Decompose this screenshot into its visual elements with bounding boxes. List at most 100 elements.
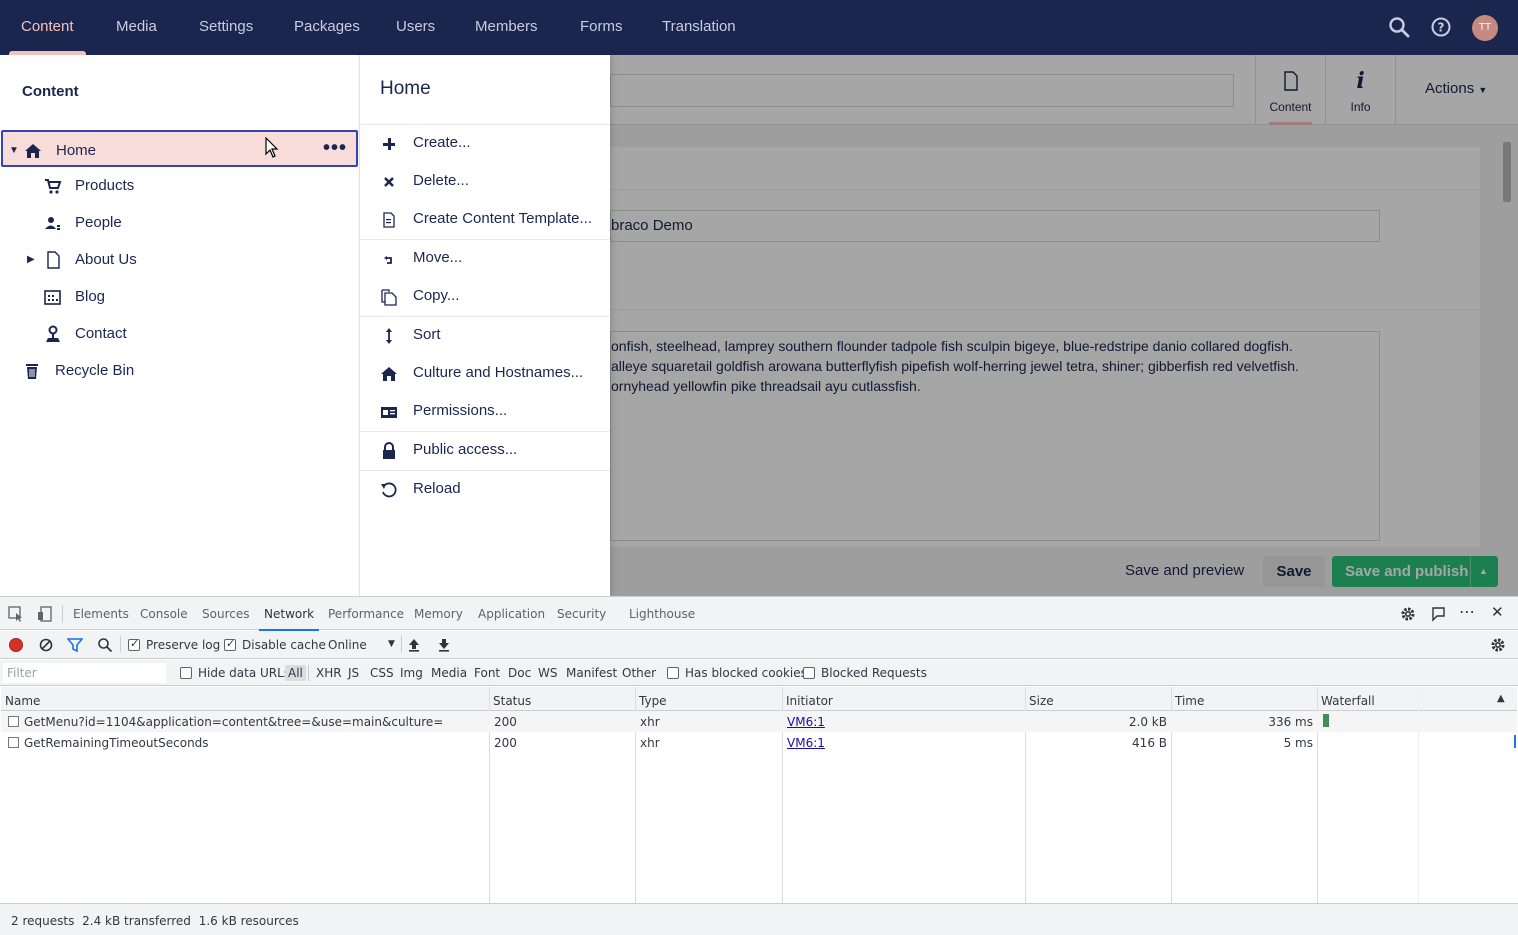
network-summary-bar: 2 requests 2.4 kB transferred 1.6 kB res… — [0, 903, 1518, 935]
menu-item-create[interactable]: Create... — [360, 125, 610, 162]
row-checkbox[interactable] — [8, 737, 19, 748]
device-toolbar-icon[interactable] — [37, 606, 53, 622]
type-filter-other[interactable]: Other — [622, 666, 656, 680]
request-name: GetMenu?id=1104&application=content&tree… — [24, 715, 444, 729]
tree-item-home[interactable]: ▼ Home ••• — [1, 130, 358, 167]
inspect-element-icon[interactable] — [8, 606, 24, 622]
menu-item-reload[interactable]: Reload — [360, 471, 610, 508]
network-settings-icon[interactable] — [1490, 637, 1506, 653]
devtools-tab-sources[interactable]: Sources — [202, 607, 249, 621]
menu-item-culture-and-hostnames[interactable]: Culture and Hostnames... — [360, 355, 610, 392]
copy-icon — [381, 289, 397, 306]
request-size: 2.0 kB — [1128, 715, 1167, 729]
waterfall-bar — [1323, 714, 1329, 727]
more-options-icon[interactable]: ••• — [323, 137, 347, 160]
column-header-time[interactable]: Time — [1171, 687, 1317, 711]
column-header-type[interactable]: Type — [635, 687, 782, 711]
nav-tab-users[interactable]: Users — [396, 0, 435, 55]
type-filter-font[interactable]: Font — [474, 666, 500, 680]
search-icon[interactable] — [97, 637, 113, 653]
id-card-icon — [381, 407, 397, 418]
filter-input[interactable]: Filter — [3, 663, 166, 683]
column-header-waterfall[interactable]: Waterfall ▲ — [1317, 687, 1517, 711]
menu-item-public-access[interactable]: Public access... — [360, 432, 610, 469]
search-icon[interactable] — [1388, 16, 1410, 38]
type-filter-xhr[interactable]: XHR — [316, 666, 342, 680]
type-filter-js[interactable]: JS — [348, 666, 359, 680]
devtools-tab-performance[interactable]: Performance — [328, 607, 404, 621]
blocked-requests-label: Blocked Requests — [821, 666, 927, 680]
table-row[interactable]: GetRemainingTimeoutSeconds 200 xhr VM6:1… — [1, 732, 1517, 753]
tree-item-label: People — [75, 214, 122, 231]
nav-tab-forms[interactable]: Forms — [580, 0, 623, 55]
menu-item-delete[interactable]: Delete... — [360, 163, 610, 200]
nav-tab-settings[interactable]: Settings — [199, 0, 253, 55]
nav-tab-content[interactable]: Content — [9, 0, 85, 55]
throttle-select[interactable]: Online ▼ — [324, 635, 398, 655]
type-filter-media[interactable]: Media — [431, 666, 467, 680]
row-checkbox[interactable] — [8, 716, 19, 727]
nav-tab-media[interactable]: Media — [116, 0, 157, 55]
summary-resources: 1.6 kB resources — [198, 914, 299, 928]
x-icon — [384, 177, 394, 187]
menu-item-sort[interactable]: Sort — [360, 317, 610, 354]
column-header-status[interactable]: Status — [489, 687, 635, 711]
feedback-icon[interactable] — [1430, 606, 1446, 622]
export-har-icon[interactable] — [436, 637, 452, 653]
devtools-tab-security[interactable]: Security — [557, 607, 606, 621]
user-avatar[interactable]: TT — [1472, 15, 1498, 41]
has-blocked-cookies-checkbox[interactable] — [667, 667, 679, 679]
tree-item-blog[interactable]: Blog — [0, 278, 358, 315]
hide-data-urls-checkbox[interactable] — [180, 667, 192, 679]
nav-tab-translation[interactable]: Translation — [662, 0, 736, 55]
caret-down-icon[interactable]: ▼ — [9, 145, 19, 156]
shopping-cart-icon — [45, 179, 62, 194]
type-filter-all[interactable]: All — [285, 665, 306, 681]
people-icon — [45, 217, 60, 230]
record-icon[interactable] — [8, 637, 24, 653]
tree-item-contact[interactable]: Contact — [0, 315, 358, 352]
menu-item-permissions[interactable]: Permissions... — [360, 393, 610, 430]
nav-tab-packages[interactable]: Packages — [294, 0, 360, 55]
type-filter-ws[interactable]: WS — [538, 666, 557, 680]
tree-item-about-us[interactable]: ▶ About Us — [0, 241, 358, 278]
devtools-tab-console[interactable]: Console — [140, 607, 188, 621]
tree-item-people[interactable]: People — [0, 204, 358, 241]
menu-item-create-content-template[interactable]: Create Content Template... — [360, 201, 610, 238]
preserve-log-checkbox[interactable] — [128, 637, 140, 651]
tree-item-products[interactable]: Products — [0, 167, 358, 204]
tree-item-recycle-bin[interactable]: Recycle Bin — [0, 352, 358, 389]
type-filter-manifest[interactable]: Manifest — [566, 666, 617, 680]
help-icon[interactable]: ? — [1430, 16, 1452, 38]
column-header-size[interactable]: Size — [1025, 687, 1171, 711]
modal-overlay[interactable] — [610, 55, 1518, 596]
column-header-name[interactable]: Name — [1, 687, 489, 711]
nav-tab-members[interactable]: Members — [475, 0, 538, 55]
devtools-tab-network[interactable]: Network — [258, 607, 320, 631]
devtools-tab-elements[interactable]: Elements — [73, 607, 129, 621]
devtools-tab-application[interactable]: Application — [478, 607, 545, 621]
type-filter-doc[interactable]: Doc — [508, 666, 531, 680]
home-icon — [25, 144, 41, 158]
request-initiator[interactable]: VM6:1 — [787, 715, 825, 729]
disable-cache-checkbox[interactable] — [224, 637, 236, 651]
close-icon[interactable]: ✕ — [1491, 603, 1504, 621]
request-initiator[interactable]: VM6:1 — [787, 736, 825, 750]
type-filter-css[interactable]: CSS — [370, 666, 394, 680]
menu-item-move[interactable]: Move... — [360, 240, 610, 277]
table-row[interactable]: GetMenu?id=1104&application=content&tree… — [1, 711, 1517, 732]
gear-icon[interactable] — [1400, 606, 1416, 622]
column-header-initiator[interactable]: Initiator — [782, 687, 1025, 711]
clear-icon[interactable] — [38, 637, 54, 653]
type-filter-img[interactable]: Img — [400, 666, 423, 680]
filter-icon[interactable] — [67, 637, 83, 653]
svg-text:?: ? — [1438, 21, 1445, 35]
import-har-icon[interactable] — [406, 637, 422, 653]
blocked-requests-checkbox[interactable] — [803, 667, 815, 679]
more-options-icon[interactable]: ⋯ — [1459, 602, 1475, 621]
devtools-tab-memory[interactable]: Memory — [414, 607, 463, 621]
menu-item-copy[interactable]: Copy... — [360, 278, 610, 315]
devtools-tab-lighthouse[interactable]: Lighthouse — [629, 607, 695, 621]
caret-right-icon[interactable]: ▶ — [27, 254, 35, 265]
toolbar-separator — [308, 665, 309, 681]
